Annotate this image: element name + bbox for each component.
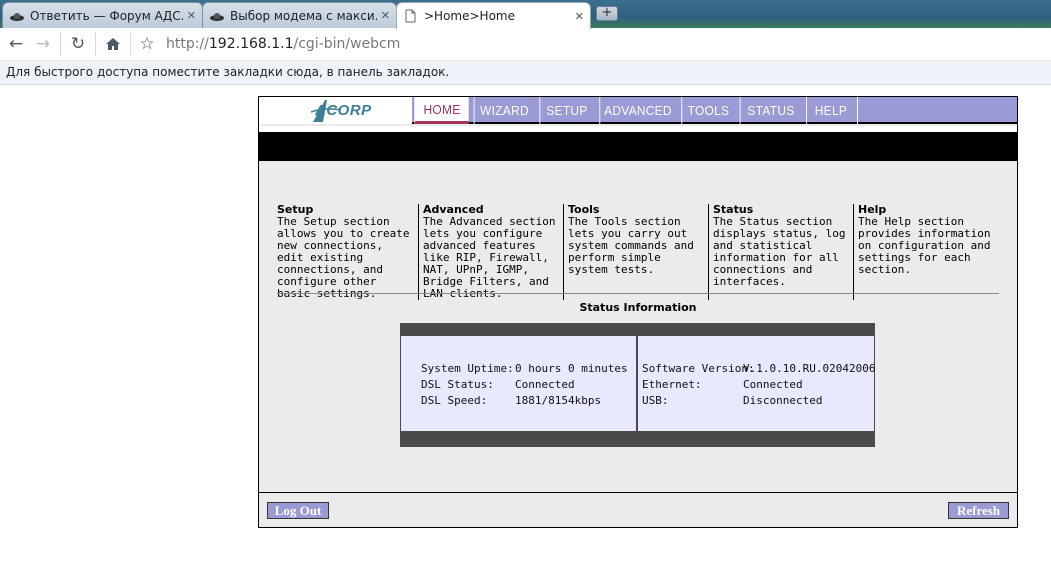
forum-favicon-icon	[9, 9, 25, 23]
status-label: USB:	[642, 394, 669, 407]
status-value: Disconnected	[743, 394, 823, 407]
tab-title: Ответить — Форум АДС...	[30, 8, 183, 23]
url-path: /cgi-bin/webcm	[293, 36, 401, 52]
tab-home[interactable]: HOME	[414, 97, 469, 124]
status-row-dsl-status: DSL Status: Connected	[421, 378, 575, 391]
tab-status[interactable]: STATUS	[739, 97, 802, 124]
status-label: DSL Speed:	[421, 394, 488, 407]
tab-setup[interactable]: SETUP	[539, 97, 593, 124]
tab-advanced[interactable]: ADVANCED	[599, 97, 675, 124]
status-panel-right: Software Version: V.1.0.10.RU.02042006 E…	[638, 336, 875, 431]
close-icon[interactable]: ✕	[575, 10, 584, 23]
tab-title: >Home>Home	[424, 9, 515, 23]
bookmarks-bar: Для быстрого доступа поместите закладки …	[0, 61, 1051, 85]
status-row-software-version: Software Version: V.1.0.10.RU.02042006	[642, 362, 875, 375]
section-help: Help The Help section provides informati…	[853, 204, 995, 300]
browser-tab-modem[interactable]: Выбор модема с макси... ✕	[202, 2, 397, 28]
browser-toolbar: ← → ↻ ☆ http://192.168.1.1/cgi-bin/webcm	[0, 28, 1051, 61]
status-row-dsl-speed: DSL Speed: 1881/8154kbps	[421, 394, 601, 407]
url-host: 192.168.1.1	[208, 36, 294, 52]
status-label: DSL Status:	[421, 378, 494, 391]
router-main-menu: HOME WIZARD SETUP ADVANCED TOOLS STATUS …	[412, 97, 1017, 124]
forward-arrow-icon[interactable]: →	[31, 32, 55, 56]
status-label: Ethernet:	[642, 378, 702, 391]
url-scheme: http://	[166, 36, 209, 52]
section-body: The Help section provides information on…	[858, 215, 991, 276]
status-value: Connected	[515, 378, 575, 391]
status-heading: Status Information	[579, 301, 697, 314]
section-body: The Status section displays status, log …	[713, 215, 846, 288]
tab-wizard[interactable]: WIZARD	[473, 97, 535, 124]
forum-favicon-icon	[209, 9, 225, 23]
status-value: 1881/8154kbps	[515, 394, 602, 407]
logout-button[interactable]: Log Out	[267, 502, 329, 519]
reload-icon[interactable]: ↻	[66, 32, 90, 56]
menu-spacer	[857, 97, 1017, 124]
page-icon	[403, 9, 419, 23]
tab-title: Выбор модема с макси...	[230, 8, 377, 23]
section-descriptions: Setup The Setup section allows you to cr…	[277, 204, 999, 300]
bookmark-star-icon[interactable]: ☆	[135, 34, 159, 54]
status-value: Connected	[743, 378, 803, 391]
section-body: The Tools section lets you carry out sys…	[568, 215, 694, 276]
section-advanced: Advanced The Advanced section lets you c…	[418, 204, 563, 300]
status-info-box: System Uptime: 0 hours 0 minutes DSL Sta…	[400, 323, 875, 447]
footer-divider	[259, 492, 1017, 493]
router-page: ACORP HOME WIZARD SETUP ADVANCED TOOLS S…	[258, 96, 1018, 528]
close-icon[interactable]: ✕	[187, 9, 196, 22]
status-row-uptime: System Uptime: 0 hours 0 minutes	[421, 362, 628, 375]
toolbar-divider	[95, 32, 96, 56]
header-black-bar	[259, 132, 1017, 161]
status-row-usb: USB: Disconnected	[642, 394, 822, 407]
status-panel-left: System Uptime: 0 hours 0 minutes DSL Sta…	[401, 336, 637, 431]
status-label: System Uptime:	[421, 362, 514, 375]
back-arrow-icon[interactable]: ←	[4, 32, 28, 56]
address-bar[interactable]: ☆ http://192.168.1.1/cgi-bin/webcm	[135, 31, 1051, 57]
home-icon[interactable]	[101, 32, 125, 56]
status-label: Software Version:	[642, 362, 755, 375]
status-value: 0 hours 0 minutes	[515, 362, 628, 375]
section-body: The Advanced section lets you configure …	[423, 215, 556, 300]
logo-text: ACORP	[315, 102, 372, 119]
refresh-button[interactable]: Refresh	[948, 502, 1009, 519]
toolbar-divider	[130, 32, 131, 56]
new-tab-button[interactable]: +	[596, 6, 618, 21]
acorp-logo: ACORP	[259, 97, 412, 124]
section-setup: Setup The Setup section allows you to cr…	[277, 204, 418, 300]
status-value: V.1.0.10.RU.02042006	[743, 362, 876, 375]
router-top-bar: ACORP HOME WIZARD SETUP ADVANCED TOOLS S…	[259, 97, 1017, 124]
status-row-ethernet: Ethernet: Connected	[642, 378, 803, 391]
browser-tab-strip: Ответить — Форум АДС... ✕ Выбор модема с…	[0, 0, 1051, 29]
url-text[interactable]: http://192.168.1.1/cgi-bin/webcm	[166, 36, 400, 52]
toolbar-divider	[60, 32, 61, 56]
tab-help[interactable]: HELP	[806, 97, 855, 124]
tab-tools[interactable]: TOOLS	[681, 97, 734, 124]
browser-tab-home[interactable]: >Home>Home ✕	[396, 2, 591, 29]
section-body: The Setup section allows you to create n…	[277, 215, 410, 300]
section-status: Status The Status section displays statu…	[708, 204, 853, 300]
section-tools: Tools The Tools section lets you carry o…	[563, 204, 708, 300]
close-icon[interactable]: ✕	[381, 9, 390, 22]
section-divider	[277, 293, 999, 294]
browser-tab-forum[interactable]: Ответить — Форум АДС... ✕	[2, 2, 203, 28]
